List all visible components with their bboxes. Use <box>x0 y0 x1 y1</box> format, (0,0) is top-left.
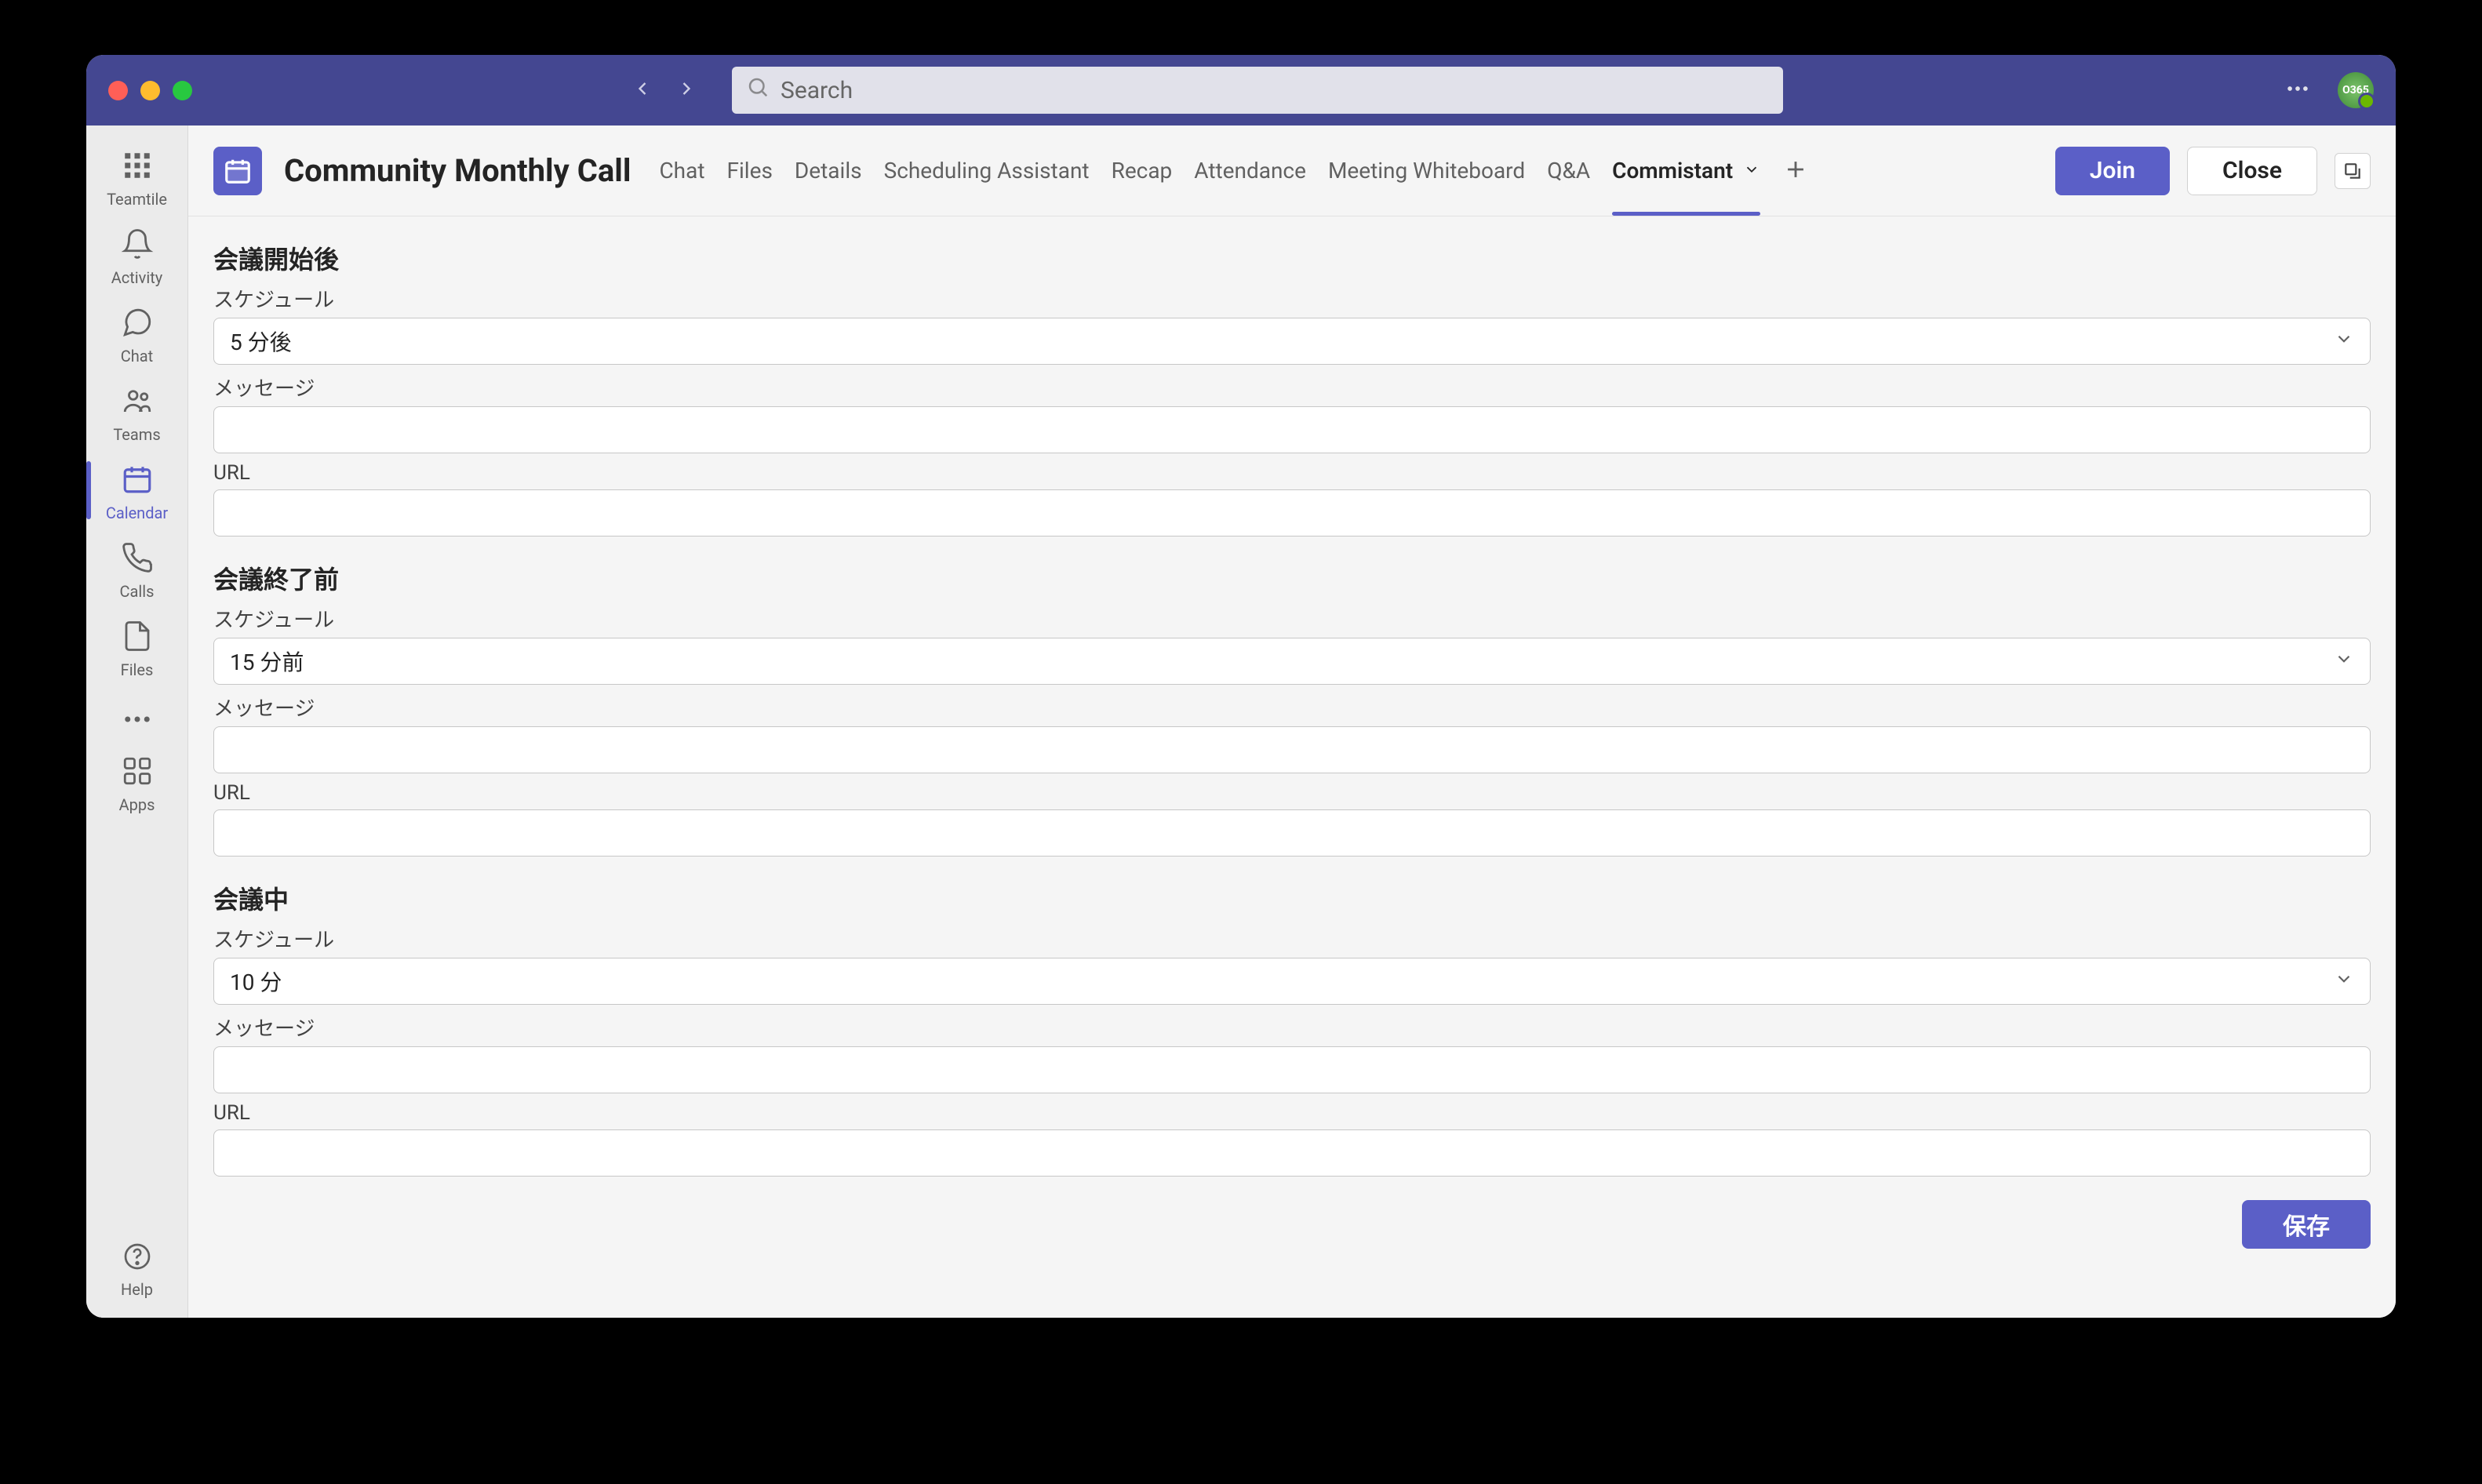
teams-icon <box>121 384 154 420</box>
rail-apps[interactable]: Apps <box>86 745 187 819</box>
tab-label: Commistant <box>1612 158 1733 184</box>
rail-teamtile[interactable]: Teamtile <box>86 140 187 213</box>
schedule-label: スケジュール <box>213 284 2371 313</box>
rail-label: Files <box>121 660 154 679</box>
url-input[interactable] <box>213 809 2371 857</box>
rail-calls[interactable]: Calls <box>86 532 187 606</box>
add-tab-button[interactable] <box>1782 156 1809 186</box>
tab-scheduling-assistant[interactable]: Scheduling Assistant <box>884 126 1090 215</box>
window-controls <box>108 81 192 100</box>
tab-commistant[interactable]: Commistant <box>1612 126 1760 215</box>
rail-label: Help <box>121 1280 153 1299</box>
meeting-title: Community Monthly Call <box>284 152 631 189</box>
rail-calendar[interactable]: Calendar <box>86 453 187 527</box>
save-button[interactable]: 保存 <box>2242 1200 2371 1249</box>
search-placeholder: Search <box>781 77 853 104</box>
minimize-window-button[interactable] <box>140 81 160 100</box>
rail-help[interactable]: Help <box>121 1241 153 1299</box>
titlebar-more-button[interactable] <box>2284 75 2311 105</box>
schedule-select[interactable]: 5 分後 <box>213 318 2371 365</box>
rail-label: Teamtile <box>107 190 167 209</box>
section-meeting-before-end: 会議終了前 スケジュール 15 分前 メッセージ URL <box>213 560 2371 857</box>
rail-teams[interactable]: Teams <box>86 375 187 449</box>
meeting-tabbar: Community Monthly Call Chat Files Detail… <box>188 125 2396 216</box>
maximize-window-button[interactable] <box>173 81 192 100</box>
rail-more-button[interactable] <box>86 693 187 740</box>
rail-chat[interactable]: Chat <box>86 296 187 370</box>
user-avatar[interactable]: O365 <box>2338 72 2374 108</box>
app-rail: Teamtile Activity Chat Teams <box>86 125 188 1318</box>
message-input[interactable] <box>213 406 2371 453</box>
message-input[interactable] <box>213 726 2371 773</box>
file-icon <box>121 620 154 656</box>
schedule-select[interactable]: 10 分 <box>213 958 2371 1005</box>
tab-meeting-whiteboard[interactable]: Meeting Whiteboard <box>1328 126 1525 215</box>
rail-label: Chat <box>121 347 153 366</box>
close-button[interactable]: Close <box>2187 147 2317 195</box>
close-window-button[interactable] <box>108 81 128 100</box>
select-value: 15 分前 <box>230 646 304 677</box>
chevron-down-icon <box>2334 969 2354 995</box>
rail-label: Calls <box>120 582 155 601</box>
nav-forward-button[interactable] <box>675 78 697 103</box>
section-meeting-after-start: 会議開始後 スケジュール 5 分後 メッセージ URL <box>213 240 2371 536</box>
message-input[interactable] <box>213 1046 2371 1093</box>
schedule-label: スケジュール <box>213 604 2371 633</box>
rail-label: Teams <box>113 425 160 444</box>
url-label: URL <box>213 461 2371 485</box>
tab-details[interactable]: Details <box>795 126 862 215</box>
rail-files[interactable]: Files <box>86 610 187 684</box>
bell-icon <box>121 227 154 264</box>
titlebar: Search O365 <box>86 55 2396 125</box>
content-area: 会議開始後 スケジュール 5 分後 メッセージ URL 会議終了前 <box>188 216 2396 1318</box>
calendar-icon <box>121 463 154 499</box>
url-input[interactable] <box>213 1129 2371 1177</box>
section-title: 会議開始後 <box>213 240 2371 276</box>
select-value: 10 分 <box>230 966 282 997</box>
app-window: Search O365 Teamtile Activity <box>86 55 2396 1318</box>
schedule-select[interactable]: 15 分前 <box>213 638 2371 685</box>
meeting-icon <box>213 147 262 195</box>
join-button[interactable]: Join <box>2055 147 2170 195</box>
section-title: 会議中 <box>213 880 2371 916</box>
message-label: メッセージ <box>213 693 2371 722</box>
grid-icon <box>121 149 154 185</box>
help-icon <box>122 1241 153 1275</box>
schedule-label: スケジュール <box>213 924 2371 953</box>
search-icon <box>746 75 770 105</box>
rail-label: Calendar <box>106 504 168 522</box>
tab-qa[interactable]: Q&A <box>1547 126 1590 215</box>
nav-back-button[interactable] <box>631 78 653 103</box>
apps-icon <box>121 755 154 791</box>
phone-icon <box>121 541 154 577</box>
select-value: 5 分後 <box>230 326 292 357</box>
rail-activity[interactable]: Activity <box>86 218 187 292</box>
section-during-meeting: 会議中 スケジュール 10 分 メッセージ URL <box>213 880 2371 1177</box>
tab-files[interactable]: Files <box>727 126 773 215</box>
chevron-down-icon <box>2334 649 2354 675</box>
message-label: メッセージ <box>213 373 2371 402</box>
search-input[interactable]: Search <box>732 67 1783 114</box>
chevron-down-icon <box>2334 329 2354 355</box>
rail-label: Activity <box>111 268 162 287</box>
popout-button[interactable] <box>2335 153 2371 189</box>
message-label: メッセージ <box>213 1013 2371 1042</box>
tab-recap[interactable]: Recap <box>1112 126 1173 215</box>
tab-chat[interactable]: Chat <box>659 126 704 215</box>
chat-icon <box>121 306 154 342</box>
chevron-down-icon <box>1743 158 1760 184</box>
url-label: URL <box>213 781 2371 805</box>
rail-label: Apps <box>119 795 155 814</box>
url-label: URL <box>213 1101 2371 1125</box>
url-input[interactable] <box>213 489 2371 536</box>
tab-attendance[interactable]: Attendance <box>1194 126 1306 215</box>
section-title: 会議終了前 <box>213 560 2371 596</box>
